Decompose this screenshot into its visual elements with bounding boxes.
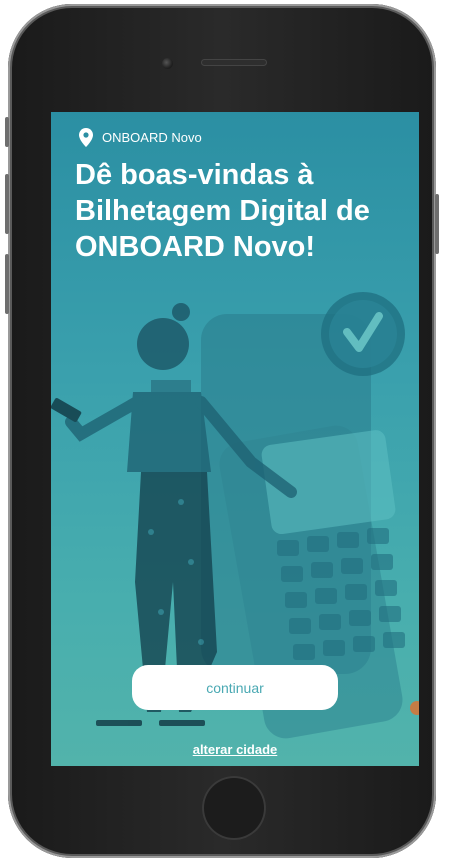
continue-button[interactable]: continuar [132, 665, 338, 710]
mute-switch [5, 117, 9, 147]
power-button [435, 194, 439, 254]
location-city-label: ONBOARD Novo [102, 129, 202, 145]
volume-down-button [5, 254, 9, 314]
earpiece-speaker [201, 59, 267, 66]
orange-dot-decoration [410, 701, 419, 715]
front-camera [162, 58, 173, 69]
home-button[interactable] [202, 776, 266, 840]
volume-up-button [5, 174, 9, 234]
app-screen: ONBOARD Novo Dê boas-vindas à Bilhetagem… [51, 112, 419, 766]
change-city-link[interactable]: alterar cidade [51, 742, 419, 757]
check-badge-icon [321, 292, 405, 376]
phone-frame: ONBOARD Novo Dê boas-vindas à Bilhetagem… [5, 4, 439, 858]
location-indicator: ONBOARD Novo [79, 127, 202, 147]
map-pin-icon [79, 127, 93, 147]
welcome-title: Dê boas-vindas à Bilhetagem Digital de O… [75, 159, 370, 263]
